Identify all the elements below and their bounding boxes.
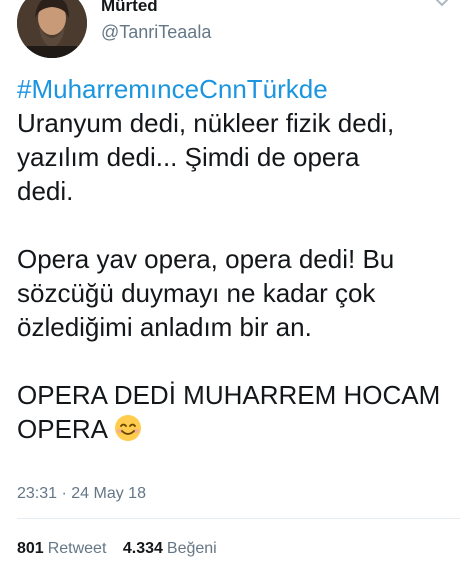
likes-stat[interactable]: 4.334 Beğeni: [123, 538, 217, 560]
retweets-label: Retweet: [47, 540, 107, 557]
likes-count: 4.334: [122, 540, 163, 557]
tweet-line: özlediğimi anladım bir an.: [17, 312, 312, 342]
smiling-face-emoji-icon: [114, 414, 142, 450]
tweet-line: yazılım dedi... Şimdi de opera: [17, 142, 360, 172]
tweet-line: OPERA DEDİ MUHARREM HOCAM: [17, 380, 441, 410]
paragraph-break: [17, 208, 462, 242]
tweet-header: Mürted @TanriTeaala: [0, 0, 468, 62]
paragraph-break: [17, 344, 462, 378]
user-handle[interactable]: @TanriTeaala: [101, 21, 211, 43]
tweet-timestamp[interactable]: 23:31 · 24 May 18: [17, 484, 146, 504]
display-name[interactable]: Mürted: [101, 0, 158, 15]
avatar[interactable]: [17, 0, 87, 58]
tweet-line-with-emoji: OPERA: [17, 412, 462, 450]
retweets-stat[interactable]: 801 Retweet: [17, 538, 106, 560]
likes-label: Beğeni: [166, 540, 217, 557]
tweet-text: #MuharremınceCnnTürkde Uranyum dedi, nük…: [17, 72, 462, 450]
divider: [17, 518, 460, 519]
tweet-line: Uranyum dedi, nükleer fizik dedi,: [17, 108, 395, 138]
tweet-line-text: OPERA: [17, 414, 109, 444]
chevron-down-icon[interactable]: [432, 0, 452, 10]
tweet-line: dedi.: [17, 176, 74, 206]
hashtag-link[interactable]: #MuharremınceCnnTürkde: [17, 72, 462, 106]
tweet-line: sözcüğü duymayı ne kadar çok: [17, 278, 376, 308]
tweet-line: Opera yav opera, opera dedi! Bu: [17, 244, 395, 274]
retweets-count: 801: [17, 540, 44, 557]
engagement-stats: 801 Retweet 4.334 Beğeni: [17, 538, 229, 562]
